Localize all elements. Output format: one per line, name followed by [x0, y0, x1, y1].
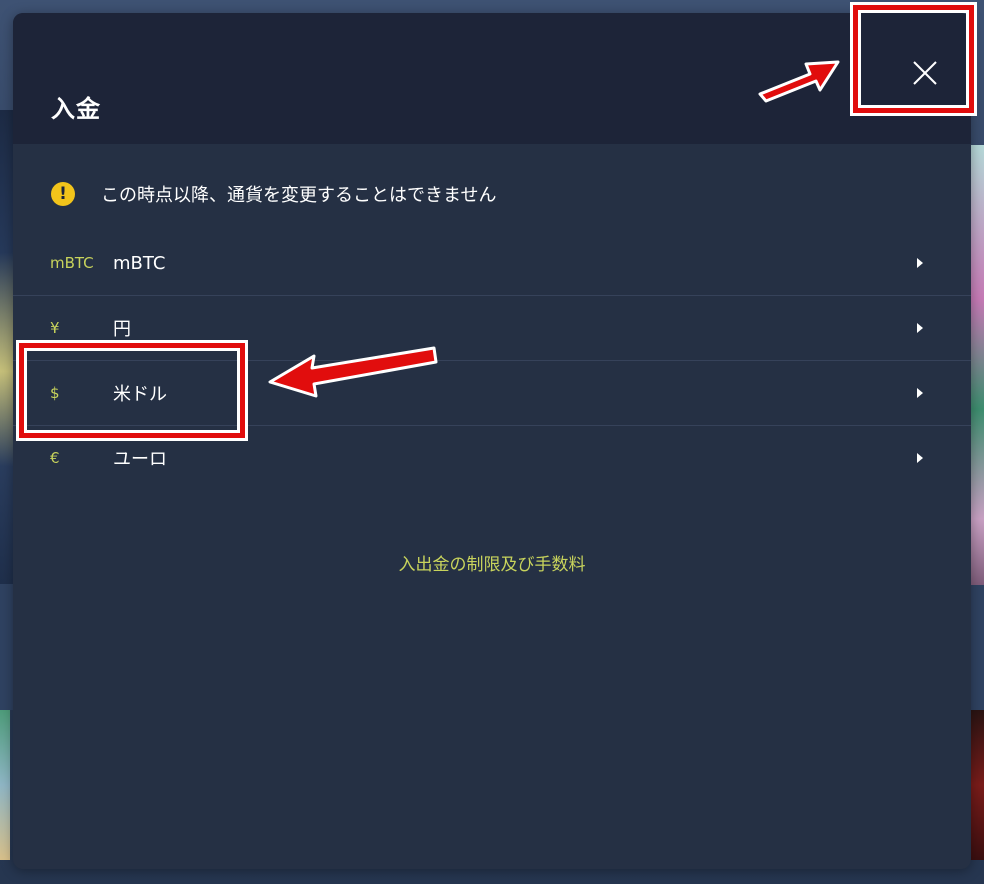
currency-symbol: $ — [50, 384, 60, 402]
currency-symbol: ¥ — [50, 319, 60, 337]
currency-option-jpy[interactable]: ¥ 円 — [13, 296, 971, 361]
currency-name: 米ドル — [113, 384, 167, 405]
currency-option-eur[interactable]: € ユーロ — [13, 426, 971, 490]
modal-title: 入金 — [51, 95, 101, 123]
chevron-right-icon — [917, 323, 923, 333]
page-background: 入金 ! この時点以降、通貨を変更することはできません mBTC mBTC ¥ … — [0, 0, 984, 884]
background-banner-right — [970, 145, 984, 585]
modal-header: 入金 — [13, 13, 971, 144]
currency-name: ユーロ — [113, 449, 167, 470]
deposit-modal: 入金 ! この時点以降、通貨を変更することはできません mBTC mBTC ¥ … — [13, 13, 971, 869]
currency-option-usd[interactable]: $ 米ドル — [13, 361, 971, 426]
notice-text: この時点以降、通貨を変更することはできません — [101, 185, 497, 206]
currency-name: 円 — [113, 319, 131, 340]
background-game-thumbnail-right — [970, 710, 984, 860]
currency-symbol: € — [50, 449, 60, 467]
currency-list: mBTC mBTC ¥ 円 $ 米ドル € ユーロ — [13, 231, 971, 490]
limits-and-fees-link[interactable]: 入出金の制限及び手数料 — [13, 550, 971, 575]
close-button[interactable] — [867, 20, 971, 122]
chevron-right-icon — [917, 258, 923, 268]
chevron-right-icon — [917, 388, 923, 398]
currency-notice: ! この時点以降、通貨を変更することはできません — [51, 181, 496, 207]
warning-icon: ! — [51, 182, 75, 206]
close-icon[interactable] — [912, 60, 938, 86]
chevron-right-icon — [917, 453, 923, 463]
currency-option-mbtc[interactable]: mBTC mBTC — [13, 231, 971, 296]
background-game-thumbnail-left — [0, 710, 10, 860]
background-banner-left — [0, 110, 14, 585]
currency-name: mBTC — [113, 252, 166, 274]
currency-symbol: mBTC — [50, 254, 94, 272]
